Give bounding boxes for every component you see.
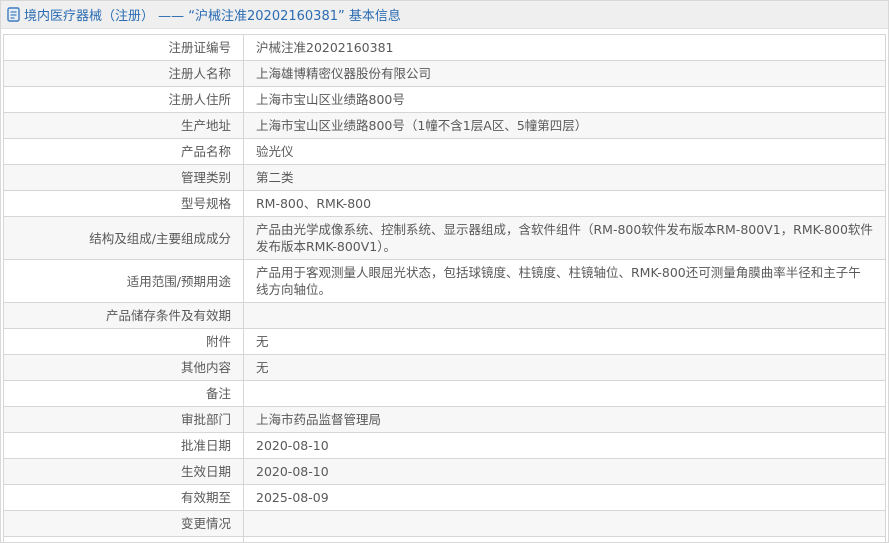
row-value-text: 上海市宝山区业绩路800号 bbox=[256, 92, 405, 107]
row-label: 附件 bbox=[4, 329, 244, 355]
page-title-bar: 境内医疗器械（注册） —— “沪械注准20202160381” 基本信息 bbox=[1, 1, 888, 29]
row-value: 第二类 bbox=[244, 165, 886, 191]
row-value-text: 产品用于客观测量人眼屈光状态，包括球镜度、柱镜度、柱镜轴位、RMK-800还可测… bbox=[256, 265, 861, 297]
row-label: 产品名称 bbox=[4, 139, 244, 165]
row-value bbox=[244, 381, 886, 407]
row-label: 结构及组成/主要组成成分 bbox=[4, 217, 244, 260]
table-row: 管理类别 第二类 bbox=[4, 165, 886, 191]
row-value: 沪械注准20202160381 bbox=[244, 35, 886, 61]
table-row: 产品名称 验光仪 bbox=[4, 139, 886, 165]
row-value: 产品用于客观测量人眼屈光状态，包括球镜度、柱镜度、柱镜轴位、RMK-800还可测… bbox=[244, 260, 886, 303]
table-row: 生产地址 上海市宝山区业绩路800号（1幢不含1层A区、5幢第四层） bbox=[4, 113, 886, 139]
document-icon bbox=[7, 7, 20, 22]
row-label: 有效期至 bbox=[4, 485, 244, 511]
table-row: 生效日期 2020-08-10 bbox=[4, 459, 886, 485]
row-value: RM-800、RMK-800 bbox=[244, 191, 886, 217]
row-label-text: 批准日期 bbox=[181, 438, 231, 453]
row-value: 产品由光学成像系统、控制系统、显示器组成，含软件组件（RM-800软件发布版本R… bbox=[244, 217, 886, 260]
row-value: 2025-08-09 bbox=[244, 485, 886, 511]
row-label-text: 备注 bbox=[206, 386, 231, 401]
row-value-text: 上海市宝山区业绩路800号（1幢不含1层A区、5幢第四层） bbox=[256, 118, 587, 133]
row-label: 注 bbox=[4, 537, 244, 543]
table-row: 附件 无 bbox=[4, 329, 886, 355]
row-value-text: 无 bbox=[256, 360, 269, 375]
row-value-text: 上海市药品监督管理局 bbox=[256, 412, 381, 427]
row-label-text: 审批部门 bbox=[181, 412, 231, 427]
row-label-text: 产品名称 bbox=[181, 144, 231, 159]
row-label: 生产地址 bbox=[4, 113, 244, 139]
table-row: 注册人名称 上海雄博精密仪器股份有限公司 bbox=[4, 61, 886, 87]
row-label: 注册人名称 bbox=[4, 61, 244, 87]
row-label: 其他内容 bbox=[4, 355, 244, 381]
row-value bbox=[244, 511, 886, 537]
row-value-text: 2020-08-10 bbox=[256, 464, 329, 479]
row-value-text: 2025-08-09 bbox=[256, 490, 329, 505]
row-label: 生效日期 bbox=[4, 459, 244, 485]
row-label: 批准日期 bbox=[4, 433, 244, 459]
table-row: 型号规格 RM-800、RMK-800 bbox=[4, 191, 886, 217]
row-value-text: 产品由光学成像系统、控制系统、显示器组成，含软件组件（RM-800软件发布版本R… bbox=[256, 222, 873, 254]
row-value: 验光仪 bbox=[244, 139, 886, 165]
row-value: 无 bbox=[244, 355, 886, 381]
row-label-text: 其他内容 bbox=[181, 360, 231, 375]
row-value: 详情 bbox=[244, 537, 886, 543]
row-label-text: 管理类别 bbox=[181, 170, 231, 185]
row-label-text: 注册人住所 bbox=[168, 92, 231, 107]
row-label-text: 附件 bbox=[206, 334, 231, 349]
row-label-text: 变更情况 bbox=[181, 516, 231, 531]
row-label: 备注 bbox=[4, 381, 244, 407]
page-title: 境内医疗器械（注册） —— “沪械注准20202160381” 基本信息 bbox=[24, 5, 401, 24]
row-value: 上海雄博精密仪器股份有限公司 bbox=[244, 61, 886, 87]
table-row: 备注 bbox=[4, 381, 886, 407]
row-label: 管理类别 bbox=[4, 165, 244, 191]
row-value: 上海市宝山区业绩路800号 bbox=[244, 87, 886, 113]
table-row: 批准日期 2020-08-10 bbox=[4, 433, 886, 459]
table-row: 审批部门 上海市药品监督管理局 bbox=[4, 407, 886, 433]
table-row: 结构及组成/主要组成成分 产品由光学成像系统、控制系统、显示器组成，含软件组件（R… bbox=[4, 217, 886, 260]
row-value bbox=[244, 303, 886, 329]
row-label-text: 注册人名称 bbox=[168, 66, 231, 81]
row-value-text: 第二类 bbox=[256, 170, 294, 185]
row-value: 2020-08-10 bbox=[244, 459, 886, 485]
row-label: 适用范围/预期用途 bbox=[4, 260, 244, 303]
row-value-text: RM-800、RMK-800 bbox=[256, 196, 371, 211]
row-label: 审批部门 bbox=[4, 407, 244, 433]
row-value-text: 验光仪 bbox=[256, 144, 294, 159]
row-value: 2020-08-10 bbox=[244, 433, 886, 459]
row-label-text: 适用范围/预期用途 bbox=[127, 274, 231, 289]
table-row: 注详情 bbox=[4, 537, 886, 543]
table-row: 产品储存条件及有效期 bbox=[4, 303, 886, 329]
row-label-text: 注册证编号 bbox=[168, 40, 231, 55]
row-value-text: 2020-08-10 bbox=[256, 438, 329, 453]
row-label-text: 生产地址 bbox=[181, 118, 231, 133]
row-label-text: 结构及组成/主要组成成分 bbox=[89, 231, 231, 246]
row-value: 无 bbox=[244, 329, 886, 355]
table-row: 适用范围/预期用途 产品用于客观测量人眼屈光状态，包括球镜度、柱镜度、柱镜轴位、R… bbox=[4, 260, 886, 303]
row-label: 型号规格 bbox=[4, 191, 244, 217]
row-label-text: 有效期至 bbox=[181, 490, 231, 505]
table-row: 变更情况 bbox=[4, 511, 886, 537]
row-value-text: 无 bbox=[256, 334, 269, 349]
row-value: 上海市药品监督管理局 bbox=[244, 407, 886, 433]
row-label: 注册人住所 bbox=[4, 87, 244, 113]
row-value: 上海市宝山区业绩路800号（1幢不含1层A区、5幢第四层） bbox=[244, 113, 886, 139]
row-label: 注册证编号 bbox=[4, 35, 244, 61]
registration-info-table: 注册证编号沪械注准20202160381注册人名称上海雄博精密仪器股份有限公司注… bbox=[3, 34, 886, 543]
registration-info-page: 境内医疗器械（注册） —— “沪械注准20202160381” 基本信息 注册证… bbox=[0, 0, 889, 543]
row-label: 变更情况 bbox=[4, 511, 244, 537]
row-value-text: 沪械注准20202160381 bbox=[256, 40, 393, 55]
row-label-text: 型号规格 bbox=[181, 196, 231, 211]
table-row: 注册证编号 沪械注准20202160381 bbox=[4, 35, 886, 61]
row-label-text: 产品储存条件及有效期 bbox=[106, 308, 231, 323]
table-row: 注册人住所 上海市宝山区业绩路800号 bbox=[4, 87, 886, 113]
row-label: 产品储存条件及有效期 bbox=[4, 303, 244, 329]
table-row: 其他内容 无 bbox=[4, 355, 886, 381]
row-value-text: 上海雄博精密仪器股份有限公司 bbox=[256, 66, 431, 81]
table-row: 有效期至 2025-08-09 bbox=[4, 485, 886, 511]
row-label-text: 生效日期 bbox=[181, 464, 231, 479]
